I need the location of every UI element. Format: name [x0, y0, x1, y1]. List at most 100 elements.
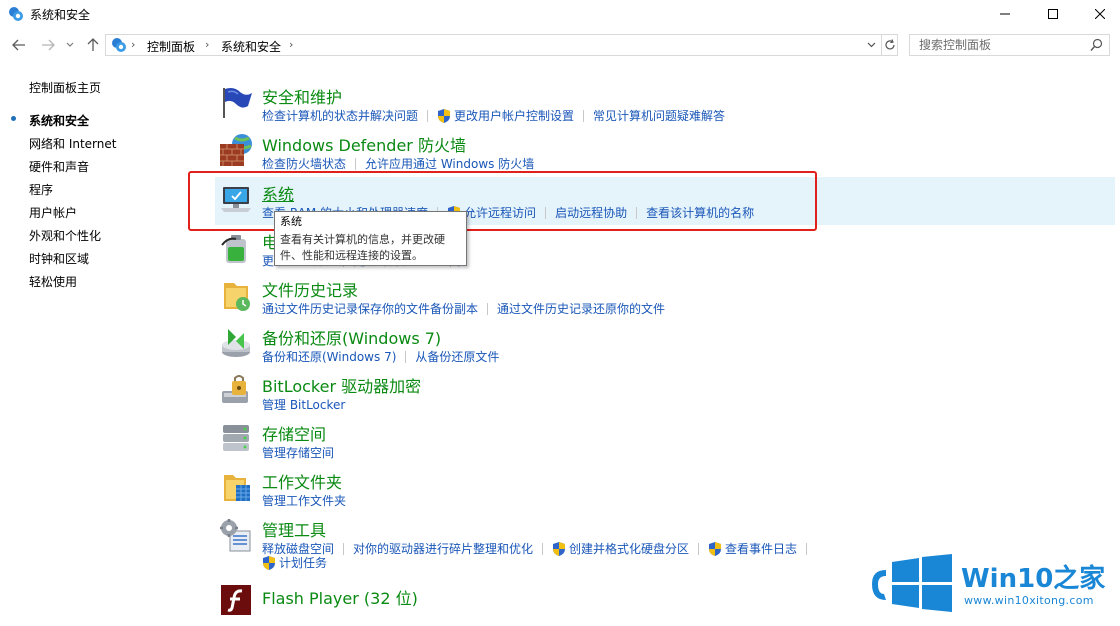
category-title-security[interactable]: 安全和维护 [262, 84, 342, 108]
folder-clock-icon [224, 283, 250, 311]
search-input[interactable] [910, 35, 1080, 55]
tooltip-line-1: 查看有关计算机的信息，并更改硬 [280, 233, 445, 246]
category-title-admin-tools[interactable]: 管理工具 [262, 517, 326, 541]
link-manage-bitlocker[interactable]: 管理 BitLocker [262, 397, 345, 413]
separator [583, 110, 585, 122]
separator [487, 303, 489, 315]
link-schedule-tasks[interactable]: 计划任务 [279, 555, 327, 571]
address-dropdown-button[interactable] [863, 35, 879, 55]
separator [806, 543, 808, 555]
separator [355, 158, 357, 170]
tooltip-title: 系统 [280, 215, 302, 228]
breadcrumb-system-security[interactable]: 系统和安全 [221, 38, 281, 55]
links-admin-tools: 释放磁盘空间 对你的驱动器进行碎片整理和优化 创建并格式化硬盘分区 查看事件日志 [262, 541, 816, 557]
link-troubleshoot[interactable]: 常见计算机问题疑难解答 [593, 108, 725, 124]
link-firewall-status[interactable]: 检查防火墙状态 [262, 156, 346, 172]
link-allow-app-firewall[interactable]: 允许应用通过 Windows 防火墙 [365, 156, 534, 172]
separator [636, 207, 638, 219]
category-title-storage[interactable]: 存储空间 [262, 421, 326, 445]
tooltip-line-2: 件、性能和远程连接的设置。 [280, 249, 423, 262]
recent-locations-button[interactable] [64, 36, 76, 54]
refresh-button[interactable] [881, 35, 898, 55]
links-bitlocker: 管理 BitLocker [262, 397, 345, 413]
close-icon [1095, 9, 1105, 19]
tooltip: 系统 查看有关计算机的信息，并更改硬 件、性能和远程连接的设置。 [274, 211, 467, 266]
link-restore-from-backup[interactable]: 从备份还原文件 [415, 349, 499, 365]
arrow-up-icon [87, 38, 99, 51]
forward-button[interactable] [40, 36, 56, 54]
breadcrumb-control-panel[interactable]: 控制面板 [147, 38, 195, 55]
nav-item-system-security[interactable]: 系统和安全 [29, 112, 89, 129]
category-storage-spaces: 存储空间 管理存储空间 [215, 417, 1115, 465]
nav-item-hardware-sound[interactable]: 硬件和声音 [29, 158, 89, 175]
breadcrumb-separator-icon[interactable]: › [289, 38, 293, 51]
link-manage-storage[interactable]: 管理存储空间 [262, 445, 334, 461]
nav-item-appearance[interactable]: 外观和个性化 [29, 227, 101, 244]
control-panel-icon [112, 38, 126, 52]
link-uac-settings[interactable]: 更改用户帐户控制设置 [454, 108, 574, 124]
link-view-event-logs[interactable]: 查看事件日志 [725, 541, 797, 557]
category-title-system[interactable]: 系统 [262, 181, 294, 205]
category-title-bitlocker[interactable]: BitLocker 驱动器加密 [262, 373, 421, 397]
computer-icon [221, 187, 251, 212]
windows-logo-icon [872, 554, 952, 612]
links-security: 检查计算机的状态并解决问题 更改用户帐户控制设置 常见计算机问题疑难解答 [262, 108, 725, 124]
search-box[interactable] [909, 34, 1110, 56]
chevron-down-icon [867, 42, 875, 48]
separator [542, 543, 544, 555]
breadcrumb-separator-icon[interactable]: › [131, 38, 135, 51]
link-restore-files[interactable]: 通过文件历史记录还原你的文件 [497, 301, 665, 317]
category-title-work-folders[interactable]: 工作文件夹 [262, 469, 342, 493]
bitlocker-icon [222, 375, 248, 403]
nav-control-panel-home[interactable]: 控制面板主页 [29, 79, 101, 96]
category-title-flash[interactable]: Flash Player (32 位) [262, 585, 418, 609]
watermark: Win10之家 www.win10xitong.com [860, 548, 1115, 618]
breadcrumb-separator-icon[interactable]: › [205, 38, 209, 51]
maximize-icon [1048, 9, 1058, 19]
close-button[interactable] [1077, 0, 1120, 28]
links-file-history: 通过文件历史记录保存你的文件备份副本 通过文件历史记录还原你的文件 [262, 301, 665, 317]
category-title-firewall[interactable]: Windows Defender 防火墙 [262, 132, 466, 156]
link-manage-work-folders[interactable]: 管理工作文件夹 [262, 493, 346, 509]
chevron-down-icon [66, 42, 74, 47]
work-folder-icon [224, 475, 250, 501]
firewall-icon [220, 134, 252, 166]
uac-shield-icon [553, 542, 566, 556]
nav-item-network-internet[interactable]: 网络和 Internet [29, 135, 116, 152]
links-backup: 备份和还原(Windows 7) 从备份还原文件 [262, 349, 499, 365]
category-title-file-history[interactable]: 文件历史记录 [262, 277, 358, 301]
nav-item-ease-of-access[interactable]: 轻松使用 [29, 273, 77, 290]
search-icon[interactable] [1090, 38, 1103, 52]
uac-shield-icon [709, 542, 722, 556]
minimize-button[interactable] [982, 0, 1028, 28]
back-button[interactable] [11, 36, 27, 54]
window-title: 系统和安全 [30, 8, 91, 22]
address-bar[interactable]: › 控制面板 › 系统和安全 › [105, 34, 898, 56]
nav-item-user-accounts[interactable]: 用户帐户 [29, 204, 77, 221]
links-work-folders: 管理工作文件夹 [262, 493, 346, 509]
link-backup-restore[interactable]: 备份和还原(Windows 7) [262, 349, 396, 365]
up-button[interactable] [85, 36, 101, 54]
link-remote-assistance[interactable]: 启动远程协助 [555, 205, 627, 221]
link-defragment[interactable]: 对你的驱动器进行碎片整理和优化 [353, 541, 533, 557]
active-bullet-icon [11, 116, 16, 121]
category-firewall: Windows Defender 防火墙 检查防火墙状态 允许应用通过 Windo… [215, 128, 1115, 176]
battery-icon [221, 235, 246, 263]
link-check-status[interactable]: 检查计算机的状态并解决问题 [262, 108, 418, 124]
arrow-right-icon [42, 39, 55, 51]
category-title-backup[interactable]: 备份和还原(Windows 7) [262, 325, 441, 349]
address-bar-row: › 控制面板 › 系统和安全 › [0, 32, 1120, 58]
tooltip-body: 查看有关计算机的信息，并更改硬 件、性能和远程连接的设置。 [280, 232, 461, 264]
link-create-format-partition[interactable]: 创建并格式化硬盘分区 [569, 541, 689, 557]
category-file-history: 文件历史记录 通过文件历史记录保存你的文件备份副本 通过文件历史记录还原你的文件 [215, 273, 1115, 321]
links-storage: 管理存储空间 [262, 445, 334, 461]
storage-icon [223, 425, 249, 451]
nav-item-programs[interactable]: 程序 [29, 181, 53, 198]
minimize-icon [1000, 13, 1010, 15]
maximize-button[interactable] [1030, 0, 1076, 28]
nav-item-clock-region[interactable]: 时钟和区域 [29, 250, 89, 267]
link-allow-remote-access[interactable]: 允许远程访问 [464, 205, 536, 221]
arrow-left-icon [12, 39, 25, 51]
link-computer-name[interactable]: 查看该计算机的名称 [646, 205, 754, 221]
link-save-backup-copies[interactable]: 通过文件历史记录保存你的文件备份副本 [262, 301, 478, 317]
